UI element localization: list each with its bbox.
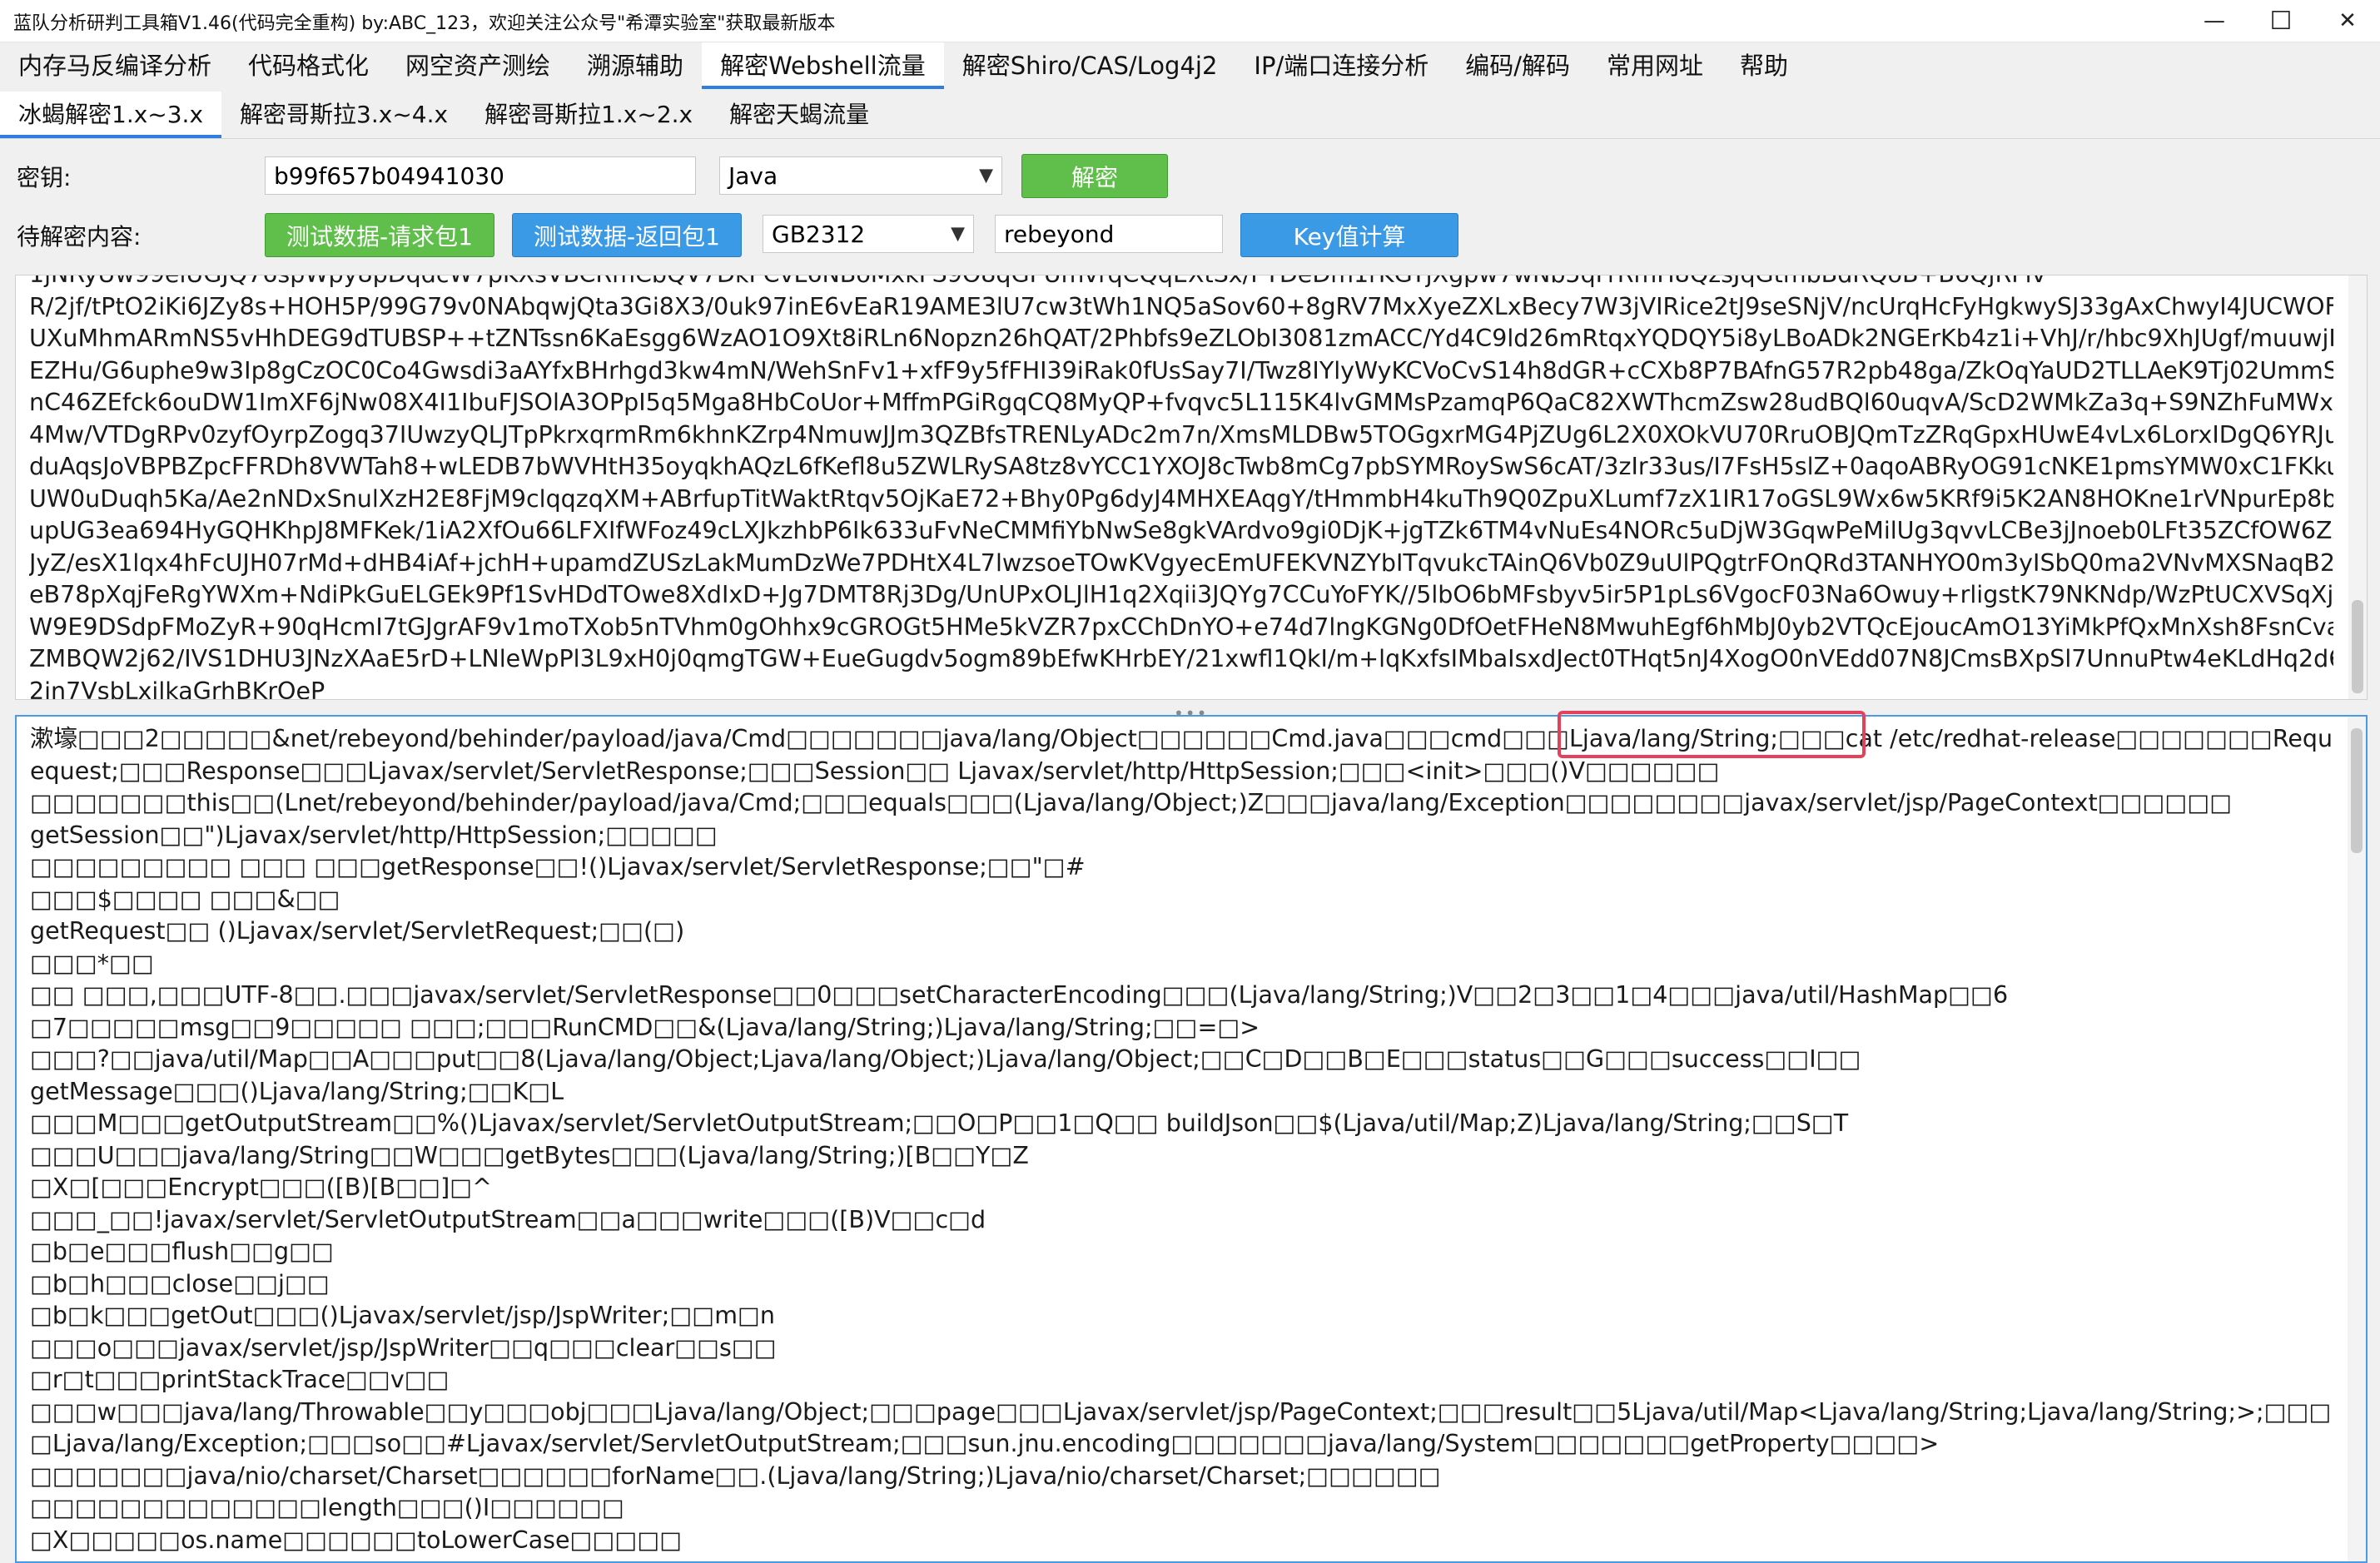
content-label: 待解密内容:	[17, 223, 142, 251]
charset-select-value: GB2312	[772, 220, 866, 248]
encrypted-line: nC46ZEfck6ouDW1ImXF6jNw08X4I1IbuFJSOlA3O…	[29, 389, 2333, 416]
decrypted-scrollbar[interactable]	[2348, 717, 2366, 1561]
encrypted-line: duAqsJoVBPBZpcFFRDh8VWTah8+wLEDB7bWVHtH3…	[29, 453, 2333, 480]
decrypted-lines: 漱壕□□□2□□□□□&net/rebeyond/behinder/payloa…	[30, 723, 2333, 1556]
encrypted-line: EZHu/G6uphe9w3Ip8gCzOC0Co4Gwsdi3aAYfxBHr…	[29, 356, 2333, 385]
encrypted-line: UXuMhmARmNS5vHhDEG9dTUBSP++tZNTssn6KaEsg…	[29, 325, 2333, 352]
tab-tianxie[interactable]: 解密天蝎流量	[711, 92, 887, 138]
scrollbar-thumb[interactable]	[2352, 600, 2363, 693]
encrypted-lines: 1jNRyUw99elUGJQ76spWpy8pDqdcW7pKXsVBCRmC…	[29, 275, 2333, 700]
test-response-button[interactable]: 测试数据-返回包1	[512, 213, 742, 257]
menu-help[interactable]: 帮助	[1722, 42, 1806, 89]
language-select-value: Java	[728, 161, 778, 190]
encrypted-line: W9E9DSdpFMoZyR+90qHcmI7tGJgrAF9v1moTXob5…	[29, 613, 2333, 641]
encrypted-line: R/2jf/tPtO2iKi6JZy8s+HOH5P/99G79v0NAbqwj…	[29, 292, 2333, 320]
decrypted-line: getRequest□□ ()Ljavax/servlet/ServletReq…	[30, 917, 685, 945]
decrypted-line: □□□U□□□java/lang/String□□W□□□getBytes□□□…	[30, 1141, 1029, 1169]
decrypted-line: 漱壕□□□2□□□□□&net/rebeyond/behinder/payloa…	[30, 725, 2333, 752]
decrypted-line: getSession□□")Ljavax/servlet/http/HttpSe…	[30, 821, 718, 849]
decrypted-line: getMessage□□□()Ljava/lang/String;□□K□L	[30, 1077, 564, 1105]
keyword-input[interactable]: rebeyond	[995, 215, 1223, 253]
decrypted-line: equest;□□□Response□□□Ljavax/servlet/Serv…	[30, 757, 1720, 785]
encrypted-line: JyZ/esX1lqx4hFcUJH07rMd+dHB4iAf+jchH+upa…	[29, 548, 2333, 577]
decrypted-line: □□□□□□□java/nio/charset/Charset□□□□□□for…	[30, 1461, 1441, 1490]
encrypted-line: upUG3ea694HyGQHKhpJ8MFKek/1iA2XfOu66LFXI…	[29, 517, 2333, 544]
decrypted-line: □□□?□□java/util/Map□□A□□□put□□8(Ljava/la…	[30, 1045, 1861, 1073]
keyword-input-value: rebeyond	[1004, 220, 1115, 248]
decrypted-line: □b□h□□□close□□j□□	[30, 1269, 330, 1298]
command-highlight-box	[1558, 711, 1866, 758]
decrypted-line: □□□*□□	[30, 949, 154, 977]
scrollbar-thumb[interactable]	[2351, 728, 2363, 853]
chevron-down-icon: ▼	[979, 165, 993, 186]
decrypted-line: □□□M□□□getOutputStream□□%()Ljavax/servle…	[30, 1109, 1849, 1137]
key-calc-button[interactable]: Key值计算	[1240, 213, 1458, 257]
menu-decrypt-shiro[interactable]: 解密Shiro/CAS/Log4j2	[944, 42, 1236, 89]
decrypted-line: □Ljava/lang/Exception;□□□so□□#Ljavax/ser…	[30, 1430, 1940, 1457]
language-select[interactable]: Java ▼	[719, 156, 1002, 195]
decrypted-line: □□□o□□□javax/servlet/jsp/JspWriter□□q□□□…	[30, 1333, 777, 1362]
test-request-button[interactable]: 测试数据-请求包1	[265, 213, 494, 257]
close-button[interactable]: ✕	[2314, 0, 2380, 42]
encrypted-line: 1jNRyUw99elUGJQ76spWpy8pDqdcW7pKXsVBCRmC…	[29, 275, 2333, 291]
decrypted-line: □□ □□□,□□□UTF-8□□.□□□javax/servlet/Servl…	[30, 981, 2009, 1009]
encrypted-line: UW0uDuqh5Ka/Ae2nNDxSnulXzH2E8FjM9clqqzqX…	[29, 484, 2333, 513]
encrypted-content-textarea[interactable]: 1jNRyUw99elUGJQ76spWpy8pDqdcW7pKXsVBCRmC…	[15, 275, 2368, 700]
key-label: 密钥:	[17, 164, 72, 191]
decrypted-line: □b□k□□□getOut□□□()Ljavax/servlet/jsp/Jsp…	[30, 1302, 775, 1329]
decrypted-line: □□□□□□□□□ □□□ □□□getResponse□□!()Ljavax/…	[30, 853, 1086, 881]
charset-select[interactable]: GB2312 ▼	[763, 215, 974, 253]
maximize-button[interactable]: ☐	[2248, 0, 2314, 42]
menu-ip-port[interactable]: IP/端口连接分析	[1235, 42, 1447, 89]
window-title: 蓝队分析研判工具箱V1.46(代码完全重构) by:ABC_123，欢迎关注公众…	[13, 13, 836, 34]
encrypted-line: ZMBQW2j62/IVS1DHU3JNzXAaE5rD+LNleWpPl3L9…	[29, 645, 2333, 672]
decrypted-line: □□□□□□□this□□(Lnet/rebeyond/behinder/pay…	[30, 789, 2233, 816]
decrypted-line: □r□t□□□printStackTrace□□v□□	[30, 1366, 450, 1393]
decrypted-line: □b□e□□□flush□□g□□	[30, 1238, 334, 1265]
decrypted-line: □□□□□□□□□□□□□length□□□()I□□□□□□	[30, 1494, 624, 1521]
menu-decrypt-webshell[interactable]: 解密Webshell流量	[702, 42, 944, 89]
encrypted-line: 2in7VsbLxilkaGrhBKrOeP	[29, 677, 325, 700]
menu-code-format[interactable]: 代码格式化	[230, 42, 387, 89]
chevron-down-icon: ▼	[951, 223, 965, 245]
decrypted-line: □7□□□□□msg□□9□□□□□ □□□;□□□RunCMD□□&(Ljav…	[30, 1013, 1260, 1041]
menu-asset-mapping[interactable]: 网空资产测绘	[387, 42, 569, 89]
minimize-button[interactable]: —	[2181, 0, 2248, 42]
decrypted-output-textarea[interactable]: 漱壕□□□2□□□□□&net/rebeyond/behinder/payloa…	[15, 715, 2368, 1563]
title-bar: 蓝队分析研判工具箱V1.46(代码完全重构) by:ABC_123，欢迎关注公众…	[0, 0, 2380, 42]
key-input-value: b99f657b04941030	[274, 161, 504, 190]
main-menu: 内存马反编译分析 代码格式化 网空资产测绘 溯源辅助 解密Webshell流量 …	[0, 42, 2380, 89]
menu-encode-decode[interactable]: 编码/解码	[1447, 42, 1588, 89]
decrypted-line: □□□$□□□□ □□□&□□	[30, 885, 340, 913]
menu-common-urls[interactable]: 常用网址	[1588, 42, 1722, 89]
decrypted-line: □X□[□□□Encrypt□□□([B)[B□□]□^	[30, 1173, 493, 1201]
menu-trace-assist[interactable]: 溯源辅助	[569, 42, 702, 89]
encrypted-line: 4Mw/VTDgRPv0zyfOyrpZogq37IUwzyQLJTpPkrxq…	[29, 420, 2333, 449]
tab-godzilla-1-2[interactable]: 解密哥斯拉1.x~2.x	[466, 92, 711, 138]
tab-behinder[interactable]: 冰蝎解密1.x~3.x	[0, 92, 222, 138]
menu-memshell-decompile[interactable]: 内存马反编译分析	[0, 42, 230, 89]
decrypted-line: □□□w□□□java/lang/Throwable□□y□□□obj□□□Lj…	[30, 1397, 2333, 1426]
decrypted-line: □X□□□□□os.name□□□□□□toLowerCase□□□□□	[30, 1526, 683, 1554]
sub-tabs: 冰蝎解密1.x~3.x 解密哥斯拉3.x~4.x 解密哥斯拉1.x~2.x 解密…	[0, 90, 2380, 139]
key-input[interactable]: b99f657b04941030	[265, 156, 696, 195]
tab-godzilla-3-4[interactable]: 解密哥斯拉3.x~4.x	[221, 92, 466, 138]
encrypted-scrollbar[interactable]	[2348, 275, 2367, 699]
decrypted-line: □□□_□□!javax/servlet/ServletOutputStream…	[30, 1205, 986, 1233]
decrypt-button[interactable]: 解密	[1021, 154, 1168, 198]
encrypted-line: eB78pXqjFeRgYWXm+NdiPkGuELGEk9Pf1SvHDdTO…	[29, 581, 2333, 608]
